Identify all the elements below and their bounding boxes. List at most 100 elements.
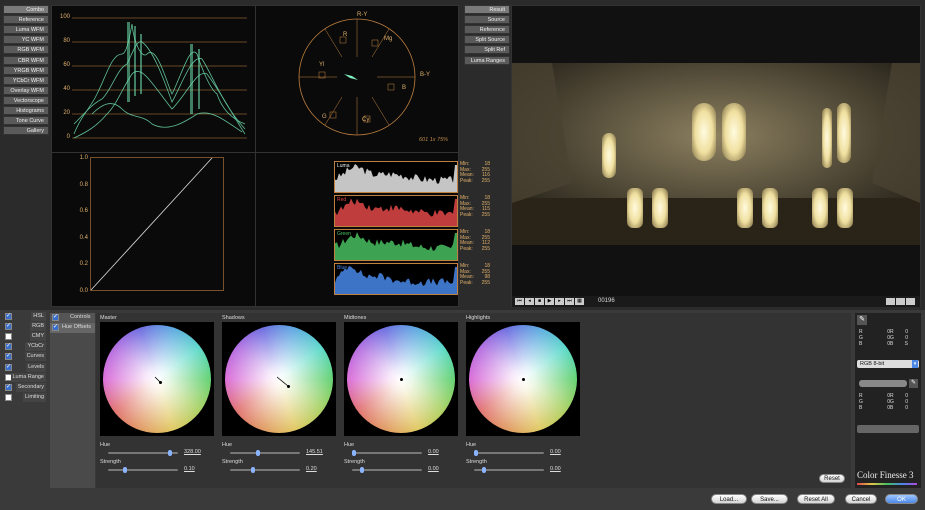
- hue-value[interactable]: 145.51: [306, 449, 323, 455]
- view-btn-yc-wfm[interactable]: YC WFM: [3, 35, 49, 45]
- tool-row-cmy[interactable]: CMY: [3, 332, 48, 342]
- wheel-handle[interactable]: [521, 377, 525, 381]
- cancel-button[interactable]: Cancel: [845, 494, 877, 504]
- view-btn-reference[interactable]: Reference: [3, 15, 49, 25]
- subtab-controls[interactable]: Controls: [50, 313, 95, 323]
- zoom-tool-icon[interactable]: [896, 298, 905, 305]
- load-button[interactable]: Load...: [711, 494, 747, 504]
- strength-slider-thumb[interactable]: [122, 467, 127, 473]
- view-btn-luma-wfm[interactable]: Luma WFM: [3, 25, 49, 35]
- histogram-label: Blue: [337, 265, 348, 271]
- hue-slider-thumb[interactable]: [256, 450, 261, 456]
- reset-all-button[interactable]: Reset All: [797, 494, 835, 504]
- step-forward-icon[interactable]: ▸: [555, 298, 564, 305]
- subtab-hue-offsets[interactable]: Hue Offsets: [50, 323, 95, 333]
- play-icon[interactable]: ▶: [545, 298, 554, 305]
- viewer-btn-result[interactable]: Result: [464, 5, 510, 14]
- step-back-icon[interactable]: ◂: [525, 298, 534, 305]
- hue-value[interactable]: 0.00: [550, 449, 561, 455]
- scopes-panel: 100 80 60 40 20 0 R-Y R Mg Yl B-Y B G Cy…: [51, 5, 490, 307]
- color-wheel-shadows[interactable]: [222, 322, 336, 436]
- frames-icon[interactable]: ▦: [575, 298, 584, 305]
- wheel-handle[interactable]: [158, 380, 162, 384]
- hue-slider-thumb[interactable]: [352, 450, 356, 456]
- view-btn-gallery[interactable]: Gallery: [3, 126, 49, 136]
- strength-slider[interactable]: [352, 467, 422, 473]
- view-btn-tone-curve[interactable]: Tone Curve: [3, 116, 49, 126]
- tool-checkbox[interactable]: [5, 342, 12, 351]
- tool-row-hsl[interactable]: HSL: [3, 312, 48, 321]
- strength-slider-thumb[interactable]: [360, 467, 364, 473]
- eyedropper-icon[interactable]: ✎: [857, 315, 867, 325]
- tool-checkbox[interactable]: [5, 393, 12, 401]
- view-btn-rgb-wfm[interactable]: RGB WFM: [3, 45, 49, 55]
- go-end-icon[interactable]: ⏭: [565, 298, 574, 305]
- view-btn-vectorscope[interactable]: Vectorscope: [3, 95, 49, 105]
- result-viewer: ⏮ ◂ ■ ▶ ▸ ⏭ ▦ 00196: [511, 5, 921, 307]
- tool-checkbox[interactable]: [5, 322, 12, 331]
- fit-view-icon[interactable]: [906, 298, 915, 305]
- strength-slider[interactable]: [108, 467, 178, 473]
- tool-checkbox[interactable]: [5, 352, 12, 361]
- hue-label: Hue: [344, 442, 355, 448]
- tool-row-secondary[interactable]: Secondary: [3, 382, 48, 392]
- strength-value[interactable]: 0.10: [184, 466, 195, 472]
- wheel-handle[interactable]: [399, 377, 403, 381]
- strength-value[interactable]: 0.00: [550, 466, 561, 472]
- strength-value[interactable]: 0.20: [306, 466, 317, 472]
- color-swatch[interactable]: [859, 380, 907, 387]
- wheel-handle[interactable]: [286, 384, 290, 388]
- hue-value[interactable]: 328.00: [184, 449, 201, 455]
- secondary-select[interactable]: [857, 425, 919, 433]
- hue-value[interactable]: 0.00: [428, 449, 439, 455]
- strength-slider[interactable]: [474, 467, 544, 473]
- hue-slider[interactable]: [230, 450, 300, 456]
- color-wheel-midtones[interactable]: [344, 322, 458, 436]
- stat-row-peak: Peak: 255: [460, 280, 496, 287]
- strength-slider[interactable]: [230, 467, 300, 473]
- hue-slider[interactable]: [474, 450, 544, 456]
- tool-checkbox[interactable]: [5, 333, 12, 341]
- hue-slider[interactable]: [352, 450, 422, 456]
- view-btn-cbr-wfm[interactable]: CBR WFM: [3, 55, 49, 65]
- color-wheel-master[interactable]: [100, 322, 214, 436]
- ok-button[interactable]: OK: [885, 494, 918, 504]
- tool-row-ycbcr[interactable]: YCbCr: [3, 342, 48, 352]
- hue-slider-thumb[interactable]: [168, 450, 173, 456]
- color-wheel-highlights[interactable]: [466, 322, 580, 436]
- tool-row-curves[interactable]: Curves: [3, 352, 48, 362]
- viewer-btn-luma-ranges[interactable]: Luma Ranges: [464, 55, 510, 65]
- tool-row-levels[interactable]: Levels: [3, 362, 48, 372]
- view-btn-overlay-wfm[interactable]: Overlay WFM: [3, 85, 49, 95]
- save-button[interactable]: Save...: [751, 494, 788, 504]
- reset-button[interactable]: Reset: [819, 474, 845, 483]
- viewer-btn-split-source[interactable]: Split Source: [464, 35, 510, 45]
- viewer-btn-reference[interactable]: Reference: [464, 25, 510, 35]
- controls-checkbox[interactable]: [52, 313, 59, 321]
- view-btn-yrgb-wfm[interactable]: YRGB WFM: [3, 65, 49, 75]
- viewer-btn-source[interactable]: Source: [464, 15, 510, 25]
- eyedropper2-icon[interactable]: ✎: [909, 379, 918, 388]
- view-btn-ycbcr-wfm[interactable]: YCbCr WFM: [3, 75, 49, 85]
- hue-slider[interactable]: [108, 450, 178, 456]
- hand-tool-icon[interactable]: [886, 298, 895, 305]
- color-mode-select[interactable]: RGB 8-bit ▾: [857, 360, 919, 368]
- tool-row-rgb[interactable]: RGB: [3, 322, 48, 332]
- viewer-btn-split-ref[interactable]: Split Ref: [464, 45, 510, 55]
- view-btn-histograms[interactable]: Histograms: [3, 106, 49, 115]
- tool-row-limiting[interactable]: Limiting: [3, 392, 48, 402]
- strength-slider-thumb[interactable]: [251, 467, 256, 473]
- go-start-icon[interactable]: ⏮: [515, 298, 524, 305]
- stop-icon[interactable]: ■: [535, 298, 544, 305]
- view-btn-combo[interactable]: Combo: [3, 5, 49, 14]
- strength-slider-thumb[interactable]: [482, 467, 486, 473]
- tool-checkbox[interactable]: [5, 363, 12, 372]
- tool-row-luma-range[interactable]: Luma Range: [3, 372, 48, 382]
- hue-offsets-checkbox[interactable]: [52, 323, 59, 331]
- tool-checkbox[interactable]: [5, 312, 12, 321]
- readout-cell: S: [904, 341, 908, 347]
- hue-slider-thumb[interactable]: [474, 450, 478, 456]
- tool-checkbox[interactable]: [5, 383, 12, 392]
- histogram-luma: Luma: [334, 161, 458, 193]
- strength-value[interactable]: 0.00: [428, 466, 439, 472]
